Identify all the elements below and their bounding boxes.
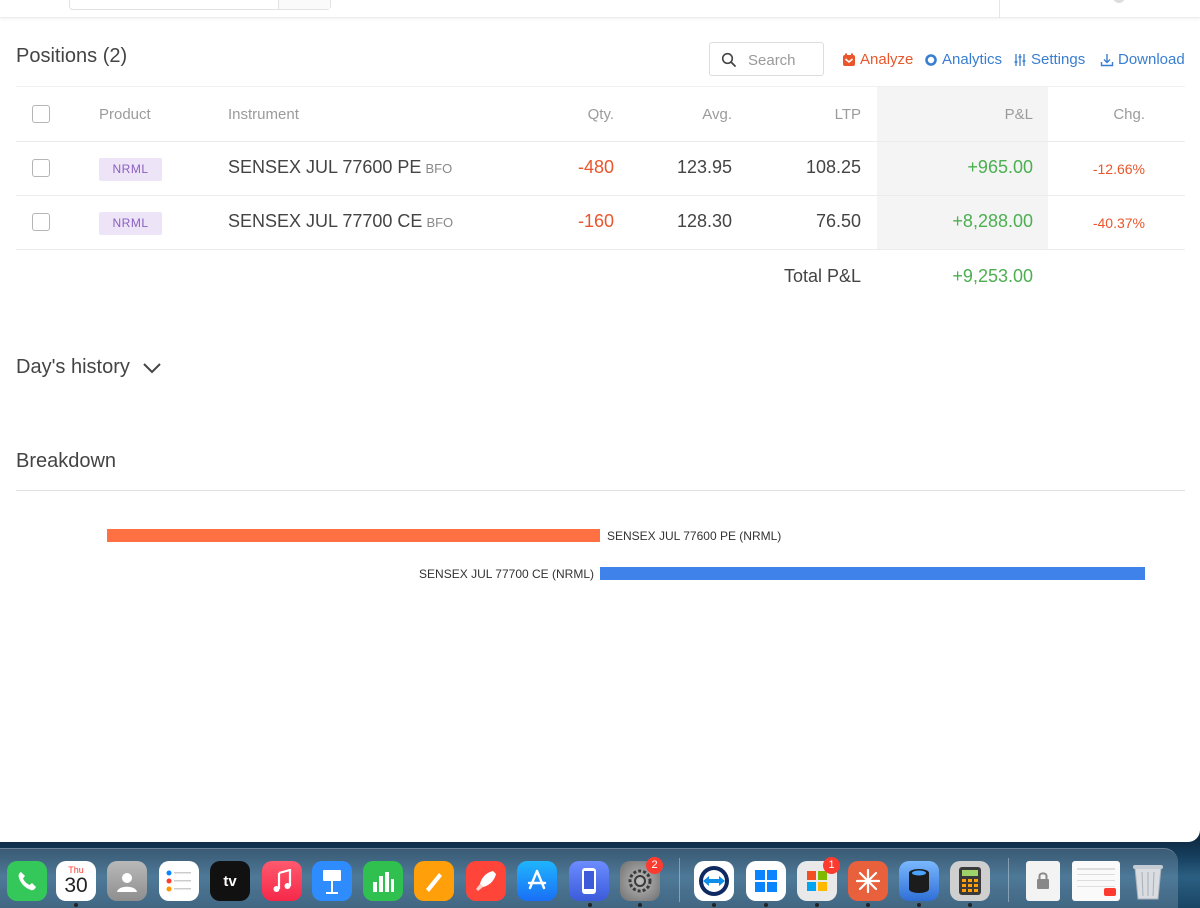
table-row[interactable]: NRML SENSEX JUL 77600 PE BFO -480 123.95 … <box>16 142 1185 196</box>
exchange-label: BFO <box>426 215 454 230</box>
breakdown-label-pe: SENSEX JUL 77600 PE (NRML) <box>607 529 782 543</box>
col-qty[interactable]: Qty. <box>588 106 614 123</box>
dock-separator <box>1008 858 1009 902</box>
sliders-icon <box>1014 53 1026 66</box>
calendar-doc-icon[interactable] <box>1072 861 1120 901</box>
download-link[interactable]: Download <box>1100 51 1185 68</box>
qty-cell: -160 <box>577 211 614 231</box>
notification-badge: 2 <box>646 857 663 874</box>
total-pl-label: Total P&L <box>783 266 861 286</box>
notification-badge: 1 <box>823 857 840 874</box>
breakdown-label-ce: SENSEX JUL 77700 CE (NRML) <box>419 567 594 581</box>
qty-cell: -480 <box>577 157 614 177</box>
instrument-cell[interactable]: SENSEX JUL 77600 PE BFO <box>228 157 452 178</box>
days-history-toggle[interactable]: Day's history <box>16 356 162 379</box>
calendar-date: 30 <box>64 874 88 897</box>
keynote-icon[interactable] <box>312 861 352 901</box>
pages-icon[interactable] <box>414 861 454 901</box>
music-icon[interactable] <box>262 861 302 901</box>
analyze-link[interactable]: Analyze <box>842 51 913 68</box>
pl-cell: +8,288.00 <box>952 211 1033 231</box>
positions-title: Positions (2) <box>16 45 128 67</box>
teamviewer-icon[interactable] <box>694 861 734 901</box>
breakdown-divider <box>16 490 1185 491</box>
instrument-name: SENSEX JUL 77600 PE <box>228 157 422 177</box>
simulator-icon[interactable] <box>569 861 609 901</box>
secure-file-icon[interactable] <box>1026 861 1060 901</box>
settings-label: Settings <box>1031 51 1086 68</box>
numbers-icon[interactable] <box>363 861 403 901</box>
days-history-label: Day's history <box>16 356 130 378</box>
col-avg[interactable]: Avg. <box>702 106 732 123</box>
ltp-cell: 76.50 <box>815 211 861 231</box>
exchange-label: BFO <box>425 161 453 176</box>
running-indicator <box>866 903 870 907</box>
running-indicator <box>712 903 716 907</box>
top-bar <box>0 0 1200 18</box>
running-indicator <box>74 903 78 907</box>
search-icon <box>721 52 736 67</box>
top-search-box[interactable] <box>69 0 331 10</box>
search-input[interactable] <box>748 50 820 70</box>
calculator-icon[interactable] <box>950 861 990 901</box>
running-indicator <box>764 903 768 907</box>
top-divider <box>999 0 1000 18</box>
product-badge: NRML <box>99 212 162 235</box>
apple-tv-icon[interactable]: tv <box>210 861 250 901</box>
positions-search[interactable] <box>709 42 824 76</box>
settings-link[interactable]: Settings <box>1013 51 1085 68</box>
running-indicator <box>588 903 592 907</box>
chg-cell: -40.37% <box>1092 215 1145 231</box>
avg-cell: 128.30 <box>676 211 732 231</box>
analytics-link[interactable]: Analytics <box>924 51 1002 68</box>
breakdown-title: Breakdown <box>16 450 117 472</box>
row-checkbox[interactable] <box>32 159 50 177</box>
table-header: Product Instrument Qty. Avg. LTP P&L Chg… <box>16 86 1185 142</box>
running-indicator <box>968 903 972 907</box>
ltp-cell: 108.25 <box>805 157 861 177</box>
col-ltp[interactable]: LTP <box>835 106 861 123</box>
running-indicator <box>815 903 819 907</box>
chevron-down-icon <box>143 362 161 373</box>
backup-icon[interactable] <box>899 861 939 901</box>
chg-cell: -12.66% <box>1092 161 1145 177</box>
product-badge: NRML <box>99 158 162 181</box>
col-pl[interactable]: P&L <box>1005 106 1033 123</box>
col-product[interactable]: Product <box>99 106 151 123</box>
row-checkbox[interactable] <box>32 213 50 231</box>
instrument-name: SENSEX JUL 77700 CE <box>228 211 423 231</box>
running-indicator <box>638 903 642 907</box>
pl-cell: +965.00 <box>967 157 1033 177</box>
avg-cell: 123.95 <box>676 157 732 177</box>
breakdown-bar-pe[interactable] <box>107 529 600 542</box>
tv-label: tv <box>223 872 237 890</box>
trash-icon[interactable] <box>1128 861 1168 901</box>
calendar-icon[interactable]: Thu 30 <box>56 861 96 901</box>
total-pl-value: +9,253.00 <box>952 266 1033 286</box>
contacts-icon[interactable] <box>107 861 147 901</box>
download-icon <box>1100 53 1114 66</box>
select-all-checkbox[interactable] <box>32 105 50 123</box>
table-row[interactable]: NRML SENSEX JUL 77700 CE BFO -160 128.30 … <box>16 196 1185 250</box>
claude-icon[interactable] <box>848 861 888 901</box>
profile-avatar[interactable] <box>1113 0 1125 3</box>
download-label: Download <box>1118 51 1185 68</box>
breakdown-bar-ce[interactable] <box>600 567 1145 580</box>
analytics-icon <box>925 53 937 66</box>
phone-icon[interactable] <box>7 861 47 901</box>
col-chg[interactable]: Chg. <box>1113 106 1145 123</box>
col-instrument[interactable]: Instrument <box>228 106 299 123</box>
rocket-icon[interactable] <box>466 861 506 901</box>
running-indicator <box>917 903 921 907</box>
reminders-icon[interactable] <box>159 861 199 901</box>
top-search-shortcut <box>278 0 330 9</box>
analyze-icon <box>843 53 855 66</box>
windows-app-icon[interactable] <box>746 861 786 901</box>
browser-window: Positions (2) Analyze Analytics Sett <box>0 0 1200 842</box>
dock-separator <box>679 858 680 902</box>
instrument-cell[interactable]: SENSEX JUL 77700 CE BFO <box>228 211 453 232</box>
analyze-label: Analyze <box>860 51 914 68</box>
analytics-label: Analytics <box>942 51 1003 68</box>
app-store-icon[interactable] <box>517 861 557 901</box>
